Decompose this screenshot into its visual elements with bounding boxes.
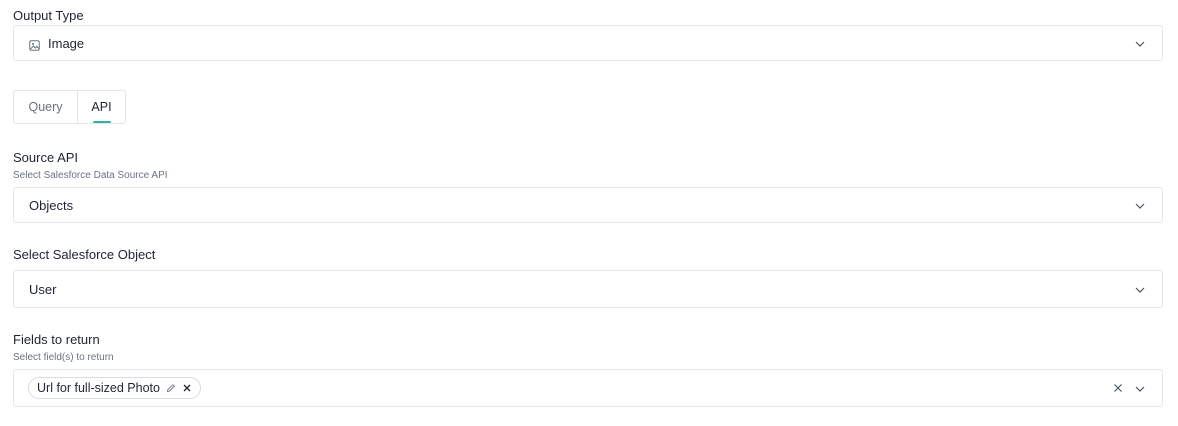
source-api-helper: Select Salesforce Data Source API — [13, 170, 168, 181]
edit-icon[interactable] — [166, 383, 176, 393]
chip-label: Url for full-sized Photo — [37, 381, 160, 395]
active-tab-indicator — [92, 121, 111, 123]
source-api-value: Objects — [29, 198, 74, 213]
remove-chip-icon[interactable] — [182, 383, 192, 393]
tab-api[interactable]: API — [78, 91, 125, 123]
chevron-down-icon — [1135, 287, 1145, 293]
salesforce-object-value: User — [29, 282, 57, 297]
fields-helper: Select field(s) to return — [13, 352, 114, 363]
chevron-down-icon[interactable] — [1134, 383, 1146, 395]
tab-api-label: API — [91, 100, 112, 114]
clear-all-icon[interactable] — [1112, 382, 1124, 394]
output-type-value: Image — [48, 36, 85, 51]
selected-field-chip: Url for full-sized Photo — [28, 377, 201, 399]
tab-query-label: Query — [28, 100, 63, 114]
chevron-down-icon — [1135, 203, 1145, 209]
salesforce-object-label: Select Salesforce Object — [13, 247, 156, 262]
query-api-tabs: Query API — [13, 90, 126, 124]
chevron-down-icon — [1135, 41, 1145, 47]
fields-label: Fields to return — [13, 332, 100, 347]
fields-multiselect[interactable]: Url for full-sized Photo — [13, 369, 1163, 407]
output-type-select[interactable]: Image — [13, 25, 1163, 61]
output-type-label: Output Type — [13, 8, 84, 23]
source-api-select[interactable]: Objects — [13, 187, 1163, 223]
source-api-label: Source API — [13, 150, 79, 165]
form-panel: Output Type Image Query API Source API S… — [0, 0, 1178, 426]
salesforce-object-select[interactable]: User — [13, 270, 1163, 308]
tab-query[interactable]: Query — [14, 91, 78, 123]
image-icon — [29, 38, 40, 51]
